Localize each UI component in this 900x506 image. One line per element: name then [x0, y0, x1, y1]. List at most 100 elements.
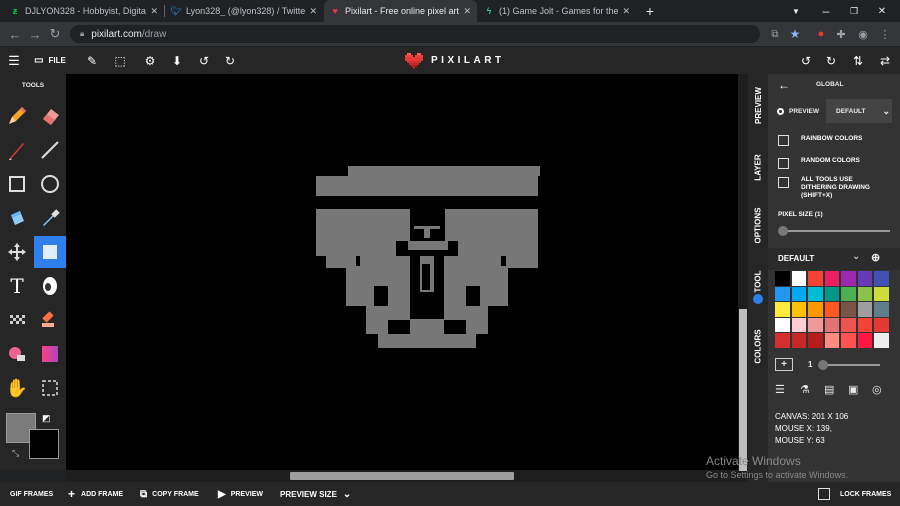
- palette-swatch[interactable]: [857, 286, 872, 301]
- gradient-tool[interactable]: [34, 338, 66, 370]
- pattern-tool[interactable]: [1, 304, 33, 336]
- close-tab-icon[interactable]: ✕: [463, 6, 471, 17]
- palette-swatch[interactable]: [874, 317, 889, 332]
- palette-swatch[interactable]: [824, 317, 839, 332]
- slider-knob[interactable]: [818, 360, 828, 370]
- scroll-thumb[interactable]: [290, 472, 514, 480]
- palette-swatch[interactable]: [775, 333, 790, 348]
- close-window-icon[interactable]: ✕: [872, 0, 892, 22]
- bucket-tool[interactable]: [1, 202, 33, 234]
- reset-colors-icon[interactable]: ⤡: [12, 448, 19, 459]
- palette-swatch[interactable]: [808, 302, 823, 317]
- share-icon[interactable]: ⧉: [766, 25, 784, 43]
- palette-swatch[interactable]: [824, 286, 839, 301]
- maximize-icon[interactable]: ❐: [844, 0, 864, 22]
- close-tab-icon[interactable]: ✕: [309, 6, 317, 17]
- gif-frames-button[interactable]: GIF FRAMES: [10, 482, 53, 506]
- line-tool[interactable]: [34, 134, 66, 166]
- vertical-scrollbar[interactable]: [738, 74, 748, 471]
- palette-swatch[interactable]: [824, 271, 839, 286]
- brush-tool[interactable]: [1, 134, 33, 166]
- palette-swatch[interactable]: [775, 302, 790, 317]
- palette-swatch[interactable]: [775, 286, 790, 301]
- palette-swatch[interactable]: [841, 317, 856, 332]
- undo-icon[interactable]: ↺: [194, 47, 214, 74]
- bookmark-star-icon[interactable]: ★: [786, 25, 804, 43]
- palette-swatch[interactable]: [874, 271, 889, 286]
- redo-icon[interactable]: ↻: [220, 47, 240, 74]
- menu-dots-icon[interactable]: ⋮: [876, 25, 894, 43]
- palette-swatch[interactable]: [808, 286, 823, 301]
- crop-tool[interactable]: [34, 372, 66, 404]
- flip-vertical-icon[interactable]: ⇅: [848, 47, 868, 74]
- rainbow-checkbox[interactable]: [778, 135, 789, 146]
- palette-swatch[interactable]: [824, 302, 839, 317]
- random-checkbox[interactable]: [778, 158, 789, 169]
- palette-swatch[interactable]: [874, 286, 889, 301]
- preview-size-select[interactable]: PREVIEW SIZE ⌄: [280, 482, 351, 506]
- brush-size-slider[interactable]: [818, 360, 880, 370]
- url-field[interactable]: 🔒︎ pixilart.com/draw: [70, 25, 760, 43]
- palette-swatch[interactable]: [808, 271, 823, 286]
- pencil-tool[interactable]: [1, 100, 33, 132]
- copy-frame-button[interactable]: ⧉ COPY FRAME: [140, 482, 199, 506]
- tab-search-icon[interactable]: ▼: [786, 0, 806, 22]
- eyedropper-icon[interactable]: ✎: [82, 47, 102, 74]
- rectangle-tool[interactable]: [1, 168, 33, 200]
- flask-icon[interactable]: ⚗: [800, 383, 810, 396]
- palette-swatch[interactable]: [841, 302, 856, 317]
- palette-swatch[interactable]: [775, 271, 790, 286]
- palette-swatch[interactable]: [841, 271, 856, 286]
- new-tab-button[interactable]: +: [640, 0, 660, 22]
- color-picker-tool[interactable]: [34, 202, 66, 234]
- reload-icon[interactable]: ↻: [46, 25, 64, 43]
- palette-swatch[interactable]: [791, 286, 806, 301]
- pixilart-logo[interactable]: PIXILART: [405, 47, 505, 74]
- scroll-thumb[interactable]: [739, 309, 747, 471]
- extension-icon[interactable]: ●: [812, 25, 830, 43]
- swap-colors-icon[interactable]: ◩: [42, 413, 54, 425]
- chevron-down-icon[interactable]: ⌄: [852, 251, 860, 262]
- palette-swatch[interactable]: [857, 271, 872, 286]
- palette-swatch[interactable]: [874, 302, 889, 317]
- palette-swatch[interactable]: [791, 333, 806, 348]
- drawing-canvas[interactable]: [66, 74, 738, 470]
- download-icon[interactable]: ⬇: [167, 47, 187, 74]
- add-palette-icon[interactable]: ⊕: [871, 251, 880, 264]
- secondary-color-swatch[interactable]: [29, 429, 59, 459]
- tab-preview[interactable]: PREVIEW: [748, 74, 768, 136]
- close-tab-icon[interactable]: ✕: [150, 6, 158, 17]
- settings-gears-icon[interactable]: ⚙: [140, 47, 160, 74]
- tab-gamejolt[interactable]: ϟ (1) Game Jolt - Games for the lov ✕: [478, 0, 636, 22]
- minimize-icon[interactable]: –: [816, 0, 836, 22]
- preview-play-button[interactable]: ▶ PREVIEW: [218, 482, 263, 506]
- palette-swatch[interactable]: [857, 333, 872, 348]
- import-image-icon[interactable]: ▣: [848, 383, 858, 396]
- palette-swatch[interactable]: [808, 317, 823, 332]
- palette-swatch[interactable]: [791, 317, 806, 332]
- resize-icon[interactable]: ⬚: [110, 47, 130, 74]
- preview-toggle[interactable]: PREVIEW: [768, 99, 826, 123]
- tab-options[interactable]: OPTIONS: [748, 198, 768, 252]
- add-color-button[interactable]: +: [775, 358, 793, 371]
- pan-tool[interactable]: ✋: [1, 372, 33, 404]
- palette-swatch[interactable]: [841, 333, 856, 348]
- palette-swatch[interactable]: [791, 302, 806, 317]
- target-icon[interactable]: ◎: [872, 383, 882, 396]
- preview-mode-select[interactable]: DEFAULT ⌄: [826, 99, 892, 123]
- add-frame-button[interactable]: + ADD FRAME: [68, 482, 123, 506]
- tab-layer[interactable]: LAYER: [748, 136, 768, 198]
- palette-swatch[interactable]: [841, 286, 856, 301]
- text-tool[interactable]: T: [1, 270, 33, 302]
- pixel-size-slider[interactable]: [778, 226, 890, 236]
- move-tool[interactable]: [1, 236, 33, 268]
- export-file-icon[interactable]: ▤: [824, 383, 834, 396]
- palette-swatch[interactable]: [874, 333, 889, 348]
- tab-twitter[interactable]: 🐦︎ Lyon328_ (@lyon328) / Twitter ✕: [165, 0, 323, 22]
- palette-swatch[interactable]: [857, 302, 872, 317]
- hamburger-menu-icon[interactable]: ☰: [4, 47, 24, 74]
- palette-swatch[interactable]: [808, 333, 823, 348]
- shade-tool[interactable]: [1, 338, 33, 370]
- stamp-tool[interactable]: [34, 304, 66, 336]
- rotate-right-icon[interactable]: ↻: [821, 47, 841, 74]
